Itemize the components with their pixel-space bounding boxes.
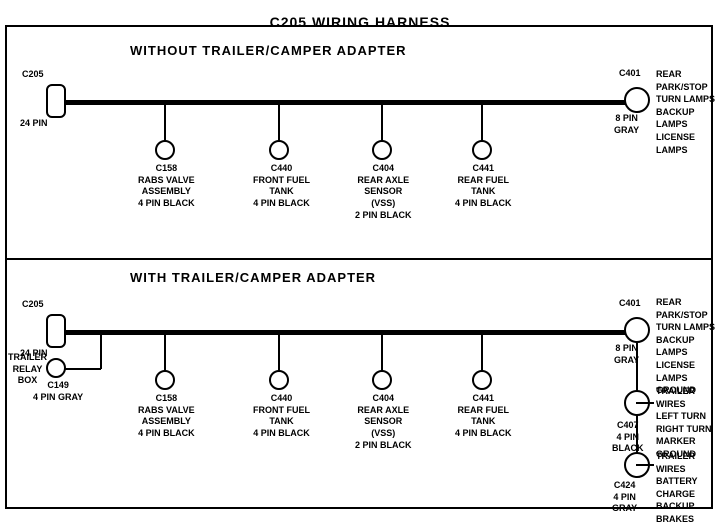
c440-top-vline: [278, 104, 280, 144]
c158-bot-connector: [155, 370, 175, 390]
c205-top-pin-label: 24 PIN: [20, 118, 48, 130]
c401-top-label: C401: [619, 68, 641, 80]
c440-bot-vline: [278, 334, 280, 374]
c440-top-label: C440FRONT FUELTANK4 PIN BLACK: [253, 163, 310, 210]
c205-top-connector: [46, 84, 66, 118]
c404-top-label: C404REAR AXLESENSOR(VSS)2 PIN BLACK: [355, 163, 412, 221]
c440-top-connector: [269, 140, 289, 160]
c158-top-connector: [155, 140, 175, 160]
c404-bot-connector: [372, 370, 392, 390]
c404-top-connector: [372, 140, 392, 160]
c404-bot-vline: [381, 334, 383, 374]
c404-bot-label: C404REAR AXLESENSOR(VSS)2 PIN BLACK: [355, 393, 412, 451]
c441-top-connector: [472, 140, 492, 160]
c424-hline: [636, 464, 654, 466]
diagram-container: C205 WIRING HARNESS WITHOUT TRAILER/CAMP…: [0, 0, 720, 500]
c401-bot-right-label: REAR PARK/STOPTURN LAMPSBACKUP LAMPSLICE…: [656, 296, 720, 397]
c401-top-pin-label: 8 PINGRAY: [614, 113, 639, 136]
c149-vline-h: [100, 334, 102, 369]
c407-label: C4074 PINBLACK: [612, 420, 644, 455]
hline-bot: [65, 330, 640, 335]
section2-title: WITH TRAILER/CAMPER ADAPTER: [130, 270, 376, 285]
c440-bot-label: C440FRONT FUELTANK4 PIN BLACK: [253, 393, 310, 440]
c149-connector: [46, 358, 66, 378]
c401-top-connector: [624, 87, 650, 113]
c441-top-label: C441REAR FUELTANK4 PIN BLACK: [455, 163, 512, 210]
c401-bot-connector: [624, 317, 650, 343]
c205-bot-connector: [46, 314, 66, 348]
c407-hline: [636, 402, 654, 404]
c441-bot-connector: [472, 370, 492, 390]
c441-bot-vline: [481, 334, 483, 374]
c158-bot-vline: [164, 334, 166, 374]
section1-title: WITHOUT TRAILER/CAMPER ADAPTER: [130, 43, 407, 58]
c401-bot-label: C401: [619, 298, 641, 310]
c158-bot-label: C158RABS VALVEASSEMBLY4 PIN BLACK: [138, 393, 195, 440]
hline-top: [65, 100, 640, 105]
c441-bot-label: C441REAR FUELTANK4 PIN BLACK: [455, 393, 512, 440]
c441-top-vline: [481, 104, 483, 144]
c149-label: C1494 PIN GRAY: [33, 380, 83, 403]
c158-top-vline: [164, 104, 166, 144]
c205-bot-label: C205: [22, 299, 44, 311]
section-divider: [5, 258, 713, 260]
c205-top-label: C205: [22, 69, 44, 81]
c158-top-label: C158RABS VALVEASSEMBLY4 PIN BLACK: [138, 163, 195, 210]
c440-bot-connector: [269, 370, 289, 390]
c424-right-label: TRAILER WIRESBATTERY CHARGEBACKUPBRAKES: [656, 450, 720, 526]
c401-top-right-label: REAR PARK/STOPTURN LAMPSBACKUP LAMPSLICE…: [656, 68, 720, 156]
c404-top-vline: [381, 104, 383, 144]
c424-label: C4244 PINGRAY: [612, 480, 637, 515]
